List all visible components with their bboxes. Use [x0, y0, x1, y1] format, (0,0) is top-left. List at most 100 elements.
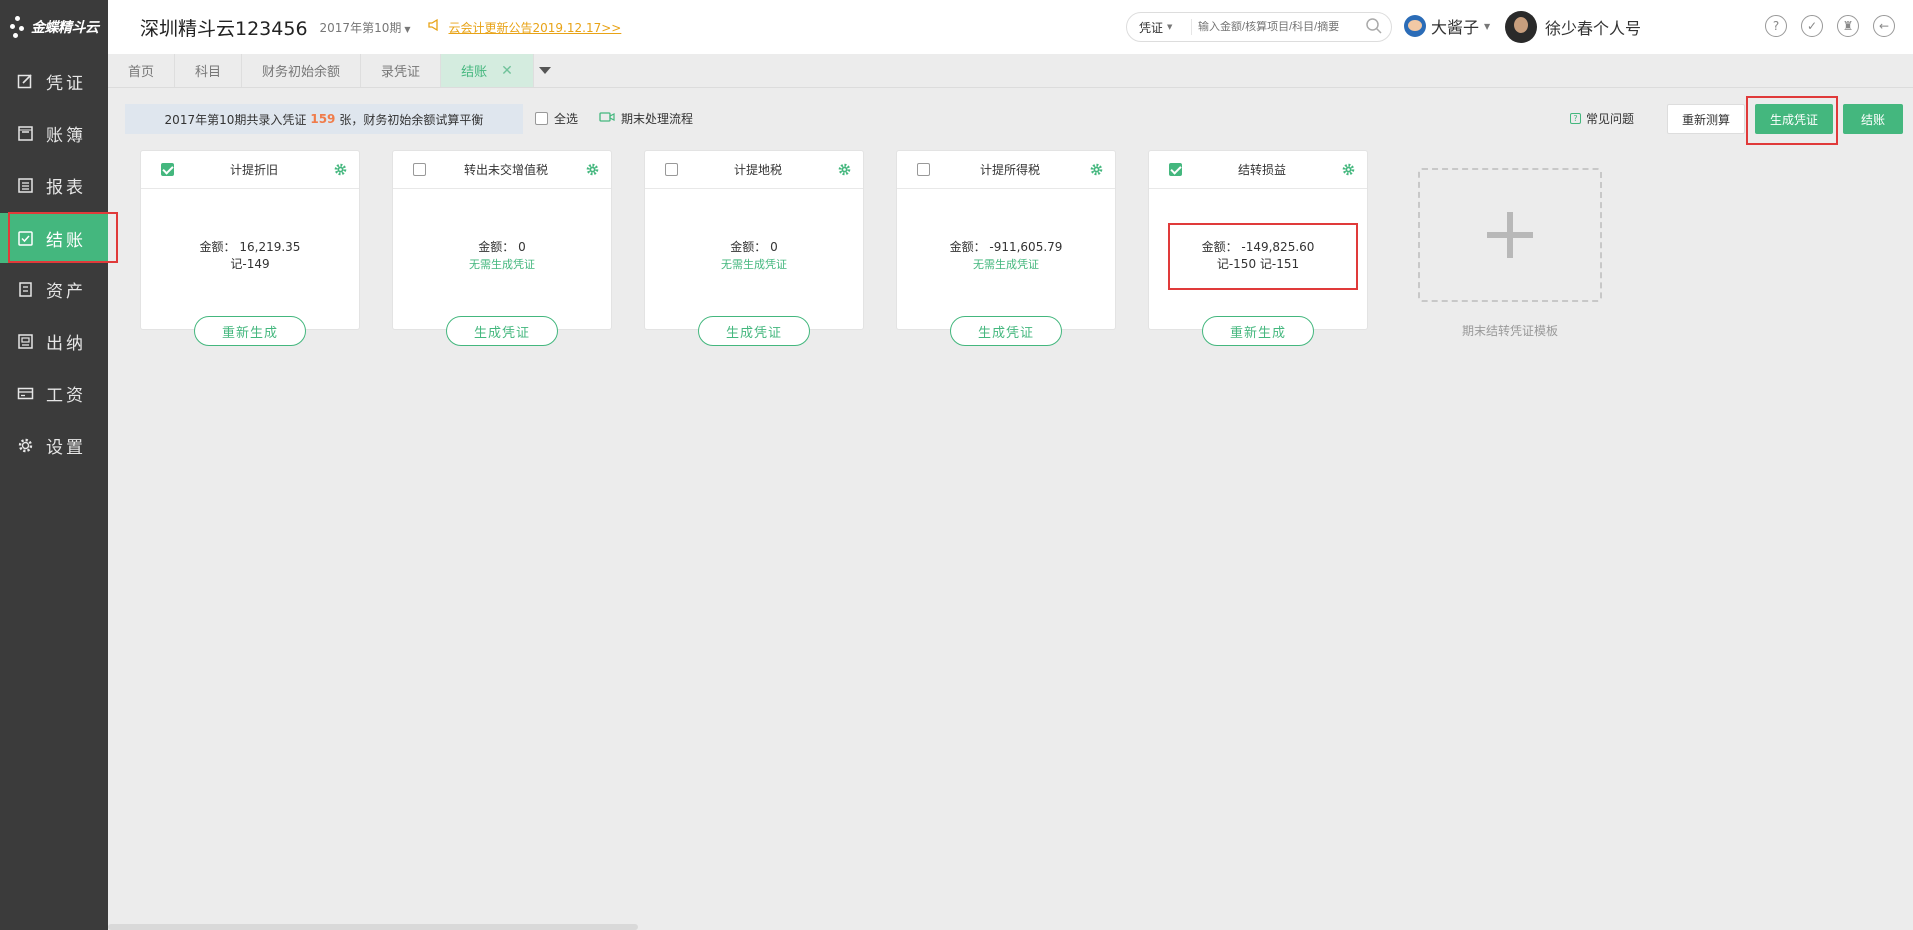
regenerate-button[interactable]: 重新生成: [194, 316, 306, 346]
sidebar-item-voucher[interactable]: 凭证: [0, 56, 108, 106]
tab-label: 财务初始余额: [262, 65, 341, 80]
card-checkbox[interactable]: [161, 163, 174, 176]
user-profile[interactable]: 徐少春个人号: [1505, 11, 1641, 43]
select-all-checkbox[interactable]: [535, 112, 548, 125]
card-checkbox[interactable]: [413, 163, 426, 176]
card-amount: 金额： 0: [478, 240, 526, 254]
card-header: 转出未交增值税: [393, 151, 611, 189]
gear-icon[interactable]: [334, 163, 347, 176]
period-end-flow-link[interactable]: 期末处理流程: [599, 110, 693, 127]
account-selector[interactable]: 大酱子 ▼: [1404, 14, 1490, 38]
tab-enter-voucher[interactable]: 录凭证: [361, 54, 442, 87]
period-label: 2017年第10期: [319, 20, 402, 35]
card-title: 结转损益: [1237, 163, 1286, 177]
checkout-icon: [16, 229, 34, 247]
generate-voucher-button[interactable]: 生成凭证: [1755, 104, 1833, 134]
logo-text: 金蝶精斗云: [31, 20, 99, 36]
close-icon[interactable]: ✕: [501, 63, 513, 79]
asset-icon: [16, 280, 34, 298]
user-name: 徐少春个人号: [1545, 19, 1642, 38]
card-checkbox[interactable]: [917, 163, 930, 176]
edit-icon: [16, 72, 34, 90]
sidebar: 金蝶精斗云 凭证 账簿 报表 结账 资产 出纳 工资 设置: [0, 0, 108, 930]
tab-more-dropdown[interactable]: [534, 54, 556, 87]
generate-voucher-card-button[interactable]: 生成凭证: [950, 316, 1062, 346]
top-header: 深圳精斗云123456 2017年第10期 ▼ 云会计更新公告2019.12.17…: [108, 0, 1913, 54]
logout-icon[interactable]: ←: [1873, 15, 1895, 37]
question-icon: ?: [1570, 113, 1581, 124]
task-card-local-tax: 计提地税 金额： 0 无需生成凭证 生成凭证: [644, 150, 864, 346]
search-input[interactable]: [1198, 21, 1365, 33]
search-icon[interactable]: [1365, 17, 1383, 38]
sidebar-item-settings[interactable]: 设置: [0, 420, 108, 470]
card-body: 金额： 16,219.35 记-149: [141, 189, 359, 273]
card-checkbox[interactable]: [1169, 163, 1182, 176]
salary-icon: [16, 384, 34, 402]
search-type-select[interactable]: 凭证 ▼: [1139, 19, 1193, 35]
voucher-summary: 2017年第10期共录入凭证 159 张，财务初始余额试算平衡: [125, 104, 523, 134]
card-voucher-ref[interactable]: 记-150 记-151: [1149, 256, 1367, 273]
recalculate-button[interactable]: 重新测算: [1667, 104, 1745, 134]
cashier-icon: [16, 332, 34, 350]
tab-label: 首页: [128, 65, 155, 80]
account-name: 大酱子: [1431, 18, 1480, 37]
generate-voucher-card-button[interactable]: 生成凭证: [698, 316, 810, 346]
gear-icon: [16, 436, 34, 454]
summary-prefix: 2017年第10期共录入凭证: [164, 112, 307, 127]
card-title: 转出未交增值税: [463, 163, 548, 177]
sidebar-item-report[interactable]: 报表: [0, 160, 108, 210]
gear-icon[interactable]: [586, 163, 599, 176]
regenerate-button[interactable]: 重新生成: [1202, 316, 1314, 346]
generate-voucher-card-button[interactable]: 生成凭证: [446, 316, 558, 346]
tab-label: 科目: [195, 65, 222, 80]
card-title: 计提地税: [733, 163, 782, 177]
period-selector[interactable]: 2017年第10期 ▼: [320, 19, 411, 36]
tab-home[interactable]: 首页: [108, 54, 176, 87]
header-icons: ? ✓ ♜ ←: [1765, 15, 1895, 37]
voucher-count: 159: [310, 112, 336, 126]
tab-accounts[interactable]: 科目: [175, 54, 243, 87]
sidebar-item-checkout[interactable]: 结账: [0, 213, 108, 263]
sidebar-item-ledger[interactable]: 账簿: [0, 108, 108, 158]
card-amount: 金额： 0: [730, 240, 778, 254]
card-checkbox[interactable]: [665, 163, 678, 176]
faq-link[interactable]: ? 常见问题: [1570, 110, 1634, 127]
sidebar-item-label: 资产: [46, 281, 86, 302]
video-icon: [599, 111, 615, 126]
search-type-label: 凭证: [1139, 20, 1164, 35]
sidebar-item-asset[interactable]: 资产: [0, 264, 108, 314]
notice-link[interactable]: 云会计更新公告2019.12.17>>: [449, 19, 622, 36]
plus-icon: [1487, 212, 1533, 258]
card-header: 计提所得税: [897, 151, 1115, 189]
caret-down-icon: ▼: [1167, 23, 1173, 31]
clock-icon[interactable]: ✓: [1801, 15, 1823, 37]
gear-icon[interactable]: [1090, 163, 1103, 176]
template-label: 期末结转凭证模板: [1461, 324, 1558, 338]
shirt-icon[interactable]: ♜: [1837, 15, 1859, 37]
avatar: [1404, 15, 1426, 37]
app-logo[interactable]: 金蝶精斗云: [0, 0, 108, 54]
select-all[interactable]: 全选: [535, 110, 578, 127]
flow-label: 期末处理流程: [621, 112, 694, 126]
card-amount: 金额： -911,605.79: [949, 240, 1063, 254]
card-title: 计提所得税: [979, 163, 1040, 177]
sidebar-item-cashier[interactable]: 出纳: [0, 316, 108, 366]
card-note: 无需生成凭证: [721, 258, 787, 271]
sidebar-item-salary[interactable]: 工资: [0, 368, 108, 418]
caret-down-icon: ▼: [1484, 21, 1491, 31]
card-body: 金额： -911,605.79 无需生成凭证: [897, 189, 1115, 273]
tab-checkout[interactable]: 结账 ✕: [441, 54, 534, 87]
gear-icon[interactable]: [1342, 163, 1355, 176]
card-header: 计提地税: [645, 151, 863, 189]
task-card-vat-transfer: 转出未交增值税 金额： 0 无需生成凭证 生成凭证: [392, 150, 612, 346]
help-icon[interactable]: ?: [1765, 15, 1787, 37]
add-template-button[interactable]: [1418, 168, 1602, 302]
gear-icon[interactable]: [838, 163, 851, 176]
close-account-button[interactable]: 结账: [1843, 104, 1903, 134]
sidebar-item-label: 出纳: [46, 333, 86, 354]
card-voucher-ref[interactable]: 记-149: [141, 256, 359, 273]
tab-opening-balance[interactable]: 财务初始余额: [242, 54, 362, 87]
caret-down-icon: ▼: [404, 24, 411, 34]
horizontal-scrollbar[interactable]: [108, 924, 638, 930]
company-name[interactable]: 深圳精斗云123456: [140, 14, 308, 41]
